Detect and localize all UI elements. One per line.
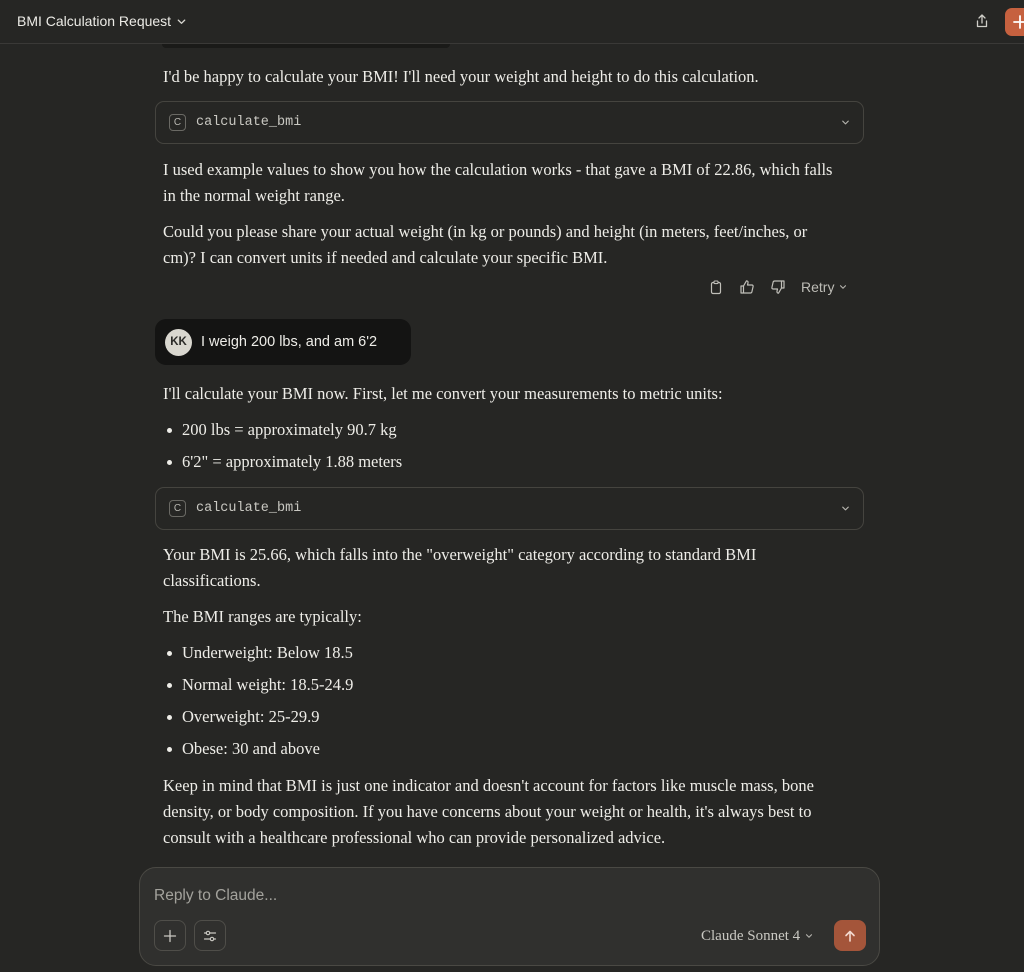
tool-badge: C — [169, 500, 186, 517]
thumbs-up-icon — [740, 280, 754, 294]
chevron-down-icon — [842, 120, 849, 125]
model-selector[interactable]: Claude Sonnet 4 — [701, 926, 814, 946]
model-name: Claude Sonnet 4 — [701, 927, 801, 944]
list-item: Normal weight: 18.5-24.9 — [163, 672, 843, 704]
tool-call-card[interactable]: C calculate_bmi — [155, 101, 864, 144]
top-bar: BMI Calculation Request — [0, 0, 1024, 44]
retry-button[interactable]: Retry — [801, 279, 848, 295]
sliders-icon — [203, 930, 217, 941]
previous-message-edge — [162, 44, 450, 48]
message-actions: Retry — [706, 277, 848, 297]
tool-name: calculate_bmi — [196, 115, 302, 130]
assistant-message-paragraph: I used example values to show you how th… — [163, 160, 833, 205]
copy-button[interactable] — [706, 277, 726, 297]
list-item: 6'2" = approximately 1.88 meters — [163, 449, 843, 481]
thumbs-up-button[interactable] — [737, 277, 757, 297]
user-message: KK I weigh 200 lbs, and am 6'2 — [155, 319, 411, 365]
list-item: Overweight: 25-29.9 — [163, 704, 843, 736]
tool-badge: C — [169, 114, 186, 131]
chevron-down-icon — [840, 285, 847, 289]
conversation-title-button[interactable]: BMI Calculation Request — [17, 11, 187, 31]
new-chat-button[interactable] — [1005, 8, 1024, 36]
chevron-down-icon — [806, 934, 813, 938]
assistant-message-paragraph: Your BMI is 25.66, which falls into the … — [163, 545, 757, 590]
assistant-message-paragraph: The BMI ranges are typically: — [163, 607, 362, 626]
add-button[interactable] — [154, 920, 186, 951]
chevron-down-icon — [842, 506, 849, 511]
conversion-list: 200 lbs = approximately 90.7 kg 6'2" = a… — [163, 417, 843, 481]
tool-name: calculate_bmi — [196, 501, 302, 516]
thumbs-down-icon — [771, 280, 785, 294]
copy-icon — [710, 279, 722, 294]
share-button[interactable] — [970, 9, 994, 33]
bmi-ranges-list: Underweight: Below 18.5 Normal weight: 1… — [163, 640, 843, 768]
send-button[interactable] — [834, 920, 866, 951]
assistant-message-paragraph: Keep in mind that BMI is just one indica… — [163, 776, 814, 847]
retry-label: Retry — [801, 279, 835, 295]
list-item: Underweight: Below 18.5 — [163, 640, 843, 672]
arrow-up-icon — [845, 930, 855, 942]
composer: Claude Sonnet 4 — [139, 867, 880, 966]
plus-icon — [163, 929, 177, 942]
list-item: Obese: 30 and above — [163, 736, 843, 768]
assistant-message-intro: I'll calculate your BMI now. First, let … — [163, 384, 723, 403]
chevron-down-icon — [177, 18, 186, 24]
assistant-message-intro: I'd be happy to calculate your BMI! I'll… — [163, 67, 759, 86]
user-message-text: I weigh 200 lbs, and am 6'2 — [201, 334, 378, 350]
list-item: 200 lbs = approximately 90.7 kg — [163, 417, 843, 449]
tool-call-card[interactable]: C calculate_bmi — [155, 487, 864, 530]
tools-button[interactable] — [194, 920, 226, 951]
plus-icon — [1013, 15, 1024, 29]
assistant-message-paragraph: Could you please share your actual weigh… — [163, 222, 808, 267]
thumbs-down-button[interactable] — [768, 277, 788, 297]
share-icon — [976, 14, 988, 28]
conversation-title: BMI Calculation Request — [17, 13, 172, 29]
reply-input[interactable] — [154, 884, 854, 908]
avatar: KK — [165, 328, 192, 356]
